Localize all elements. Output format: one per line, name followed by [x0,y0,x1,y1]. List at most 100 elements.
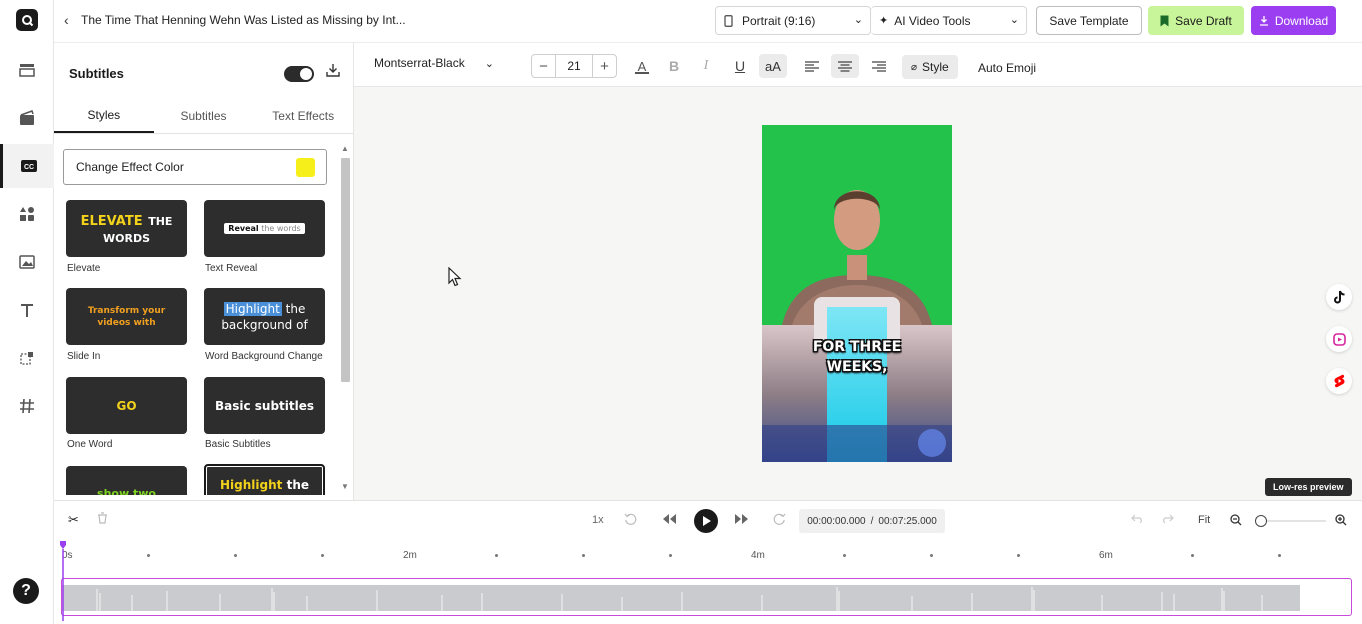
undo-icon[interactable] [1131,514,1144,526]
ruler-tick [669,554,672,557]
preview-text: Reveal [228,224,259,233]
ai-tools-label: AI Video Tools [894,13,971,28]
style-card-one-word[interactable]: GO [66,377,187,434]
case-icon[interactable]: aA [759,54,787,78]
playback-speed[interactable]: 1x [592,514,604,526]
style-card-basic-subtitles[interactable]: Basic subtitles [204,377,325,434]
download-subtitles-icon[interactable] [326,63,340,82]
panel-title: Subtitles [69,66,124,81]
save-template-label: Save Template [1049,13,1129,28]
bold-icon[interactable]: B [663,56,685,76]
style-label: Text Reveal [205,263,258,274]
next-icon[interactable] [735,514,748,527]
tiktok-icon[interactable] [1326,284,1352,310]
project-title[interactable]: The Time That Henning Wehn Was Listed as… [81,13,406,27]
align-right-icon[interactable] [868,56,890,76]
waveform-lines [96,587,1263,611]
instagram-reels-icon[interactable] [1326,326,1352,352]
back-chevron-icon[interactable]: ‹ [64,12,69,28]
style-label: One Word [67,439,113,450]
style-card-show-two[interactable]: show two [66,466,187,495]
align-center-icon[interactable] [831,54,859,78]
zoom-slider-handle[interactable] [1255,515,1267,527]
text-color-icon[interactable]: A [631,56,653,76]
images-icon[interactable] [0,240,54,284]
tab-text-effects[interactable]: Text Effects [253,98,353,133]
scrollbar-thumb[interactable] [341,158,350,382]
preview-text: the [285,301,306,316]
redo-icon[interactable] [1161,514,1174,526]
youtube-shorts-icon[interactable] [1326,368,1352,394]
video-track-clip[interactable] [61,578,1352,616]
tab-styles[interactable]: Styles [54,98,154,133]
ruler-tick [321,554,324,557]
current-time: 00:00:00.000 [807,515,866,527]
ruler-tick [1278,554,1281,557]
caption-overlay[interactable]: FOR THREE WEEKS, [762,337,952,377]
align-left-icon[interactable] [801,56,823,76]
font-size-value[interactable]: 21 [555,55,593,77]
svg-text:CC: CC [23,164,33,171]
layout-icon[interactable] [0,48,54,92]
hashtag-icon[interactable] [0,384,54,428]
video-preview[interactable]: FOR THREE WEEKS, [762,125,952,462]
style-card-text-reveal[interactable]: Reveal the words [204,200,325,257]
video-editor: CC ? ‹ The Time That Henning Wehn Was Li… [0,0,1362,624]
help-button[interactable]: ? [13,578,39,604]
subtitles-icon[interactable]: CC [0,144,54,188]
play-button[interactable] [694,509,718,533]
forward-5s-icon[interactable] [773,513,786,529]
preview-text: GO [116,398,137,413]
style-card-elevate[interactable]: ELEVATE THE WORDS [66,200,187,257]
style-card-slide-in[interactable]: Transform your videos with [66,288,187,345]
style-label: Word Background Change [205,351,323,362]
zoom-slider[interactable] [1255,515,1326,527]
style-list-clip: show two Highlight the [54,463,337,495]
ruler-tick [582,554,585,557]
style-card-highlight[interactable]: Highlight the [204,464,325,495]
italic-icon[interactable]: I [695,56,717,76]
subtitles-toggle[interactable] [284,66,314,82]
ai-tools-dropdown[interactable]: ✦ AI Video Tools ⌄ [871,6,1027,35]
play-icon [702,516,711,526]
style-card-word-background[interactable]: Highlight the background of [204,288,325,345]
preview-text: Basic subtitles [214,398,315,413]
aspect-ratio-dropdown[interactable]: Portrait (9:16) ⌄ [715,6,871,35]
underline-icon[interactable]: U [729,56,751,76]
download-button[interactable]: Download [1251,6,1336,35]
preview-text: the [286,478,309,492]
scroll-up-icon[interactable]: ▲ [341,144,349,153]
increase-size-button[interactable]: + [593,55,616,77]
save-draft-button[interactable]: Save Draft [1148,6,1244,35]
previous-icon[interactable] [663,514,676,527]
ruler-tick [1191,554,1194,557]
split-scissors-icon[interactable]: ✂ [68,512,79,528]
app-logo-icon[interactable] [16,9,38,31]
transitions-icon[interactable] [0,336,54,380]
playhead[interactable] [60,541,66,621]
font-family-dropdown[interactable]: Montserrat-Black ⌄ [374,56,494,70]
auto-emoji-button[interactable]: Auto Emoji [978,61,1036,75]
scroll-down-icon[interactable]: ▼ [341,482,349,491]
style-button[interactable]: ⌀ Style [902,55,958,79]
text-icon[interactable] [0,288,54,332]
zoom-in-icon[interactable] [1335,514,1347,529]
audio-waveform [62,585,1300,611]
decrease-size-button[interactable]: − [532,55,555,77]
zoom-out-icon[interactable] [1230,514,1242,529]
font-size-stepper[interactable]: − 21 + [531,54,617,78]
tab-subtitles[interactable]: Subtitles [154,98,254,133]
rewind-5s-icon[interactable] [624,513,637,529]
media-icon[interactable] [0,96,54,140]
delete-trash-icon[interactable] [97,512,108,527]
preview-text: WORDS [102,231,150,245]
effect-color-swatch[interactable] [296,158,315,177]
style-label: Style [922,60,949,74]
style-label: Elevate [67,263,101,274]
change-effect-color[interactable]: Change Effect Color [63,149,327,185]
panel-scrollbar[interactable]: ▲ ▼ [339,144,351,492]
fit-button[interactable]: Fit [1198,514,1210,526]
timeline-ruler[interactable]: 0s 2m 4m 6m [62,547,1354,567]
elements-icon[interactable] [0,192,54,236]
save-template-button[interactable]: Save Template [1036,6,1142,35]
